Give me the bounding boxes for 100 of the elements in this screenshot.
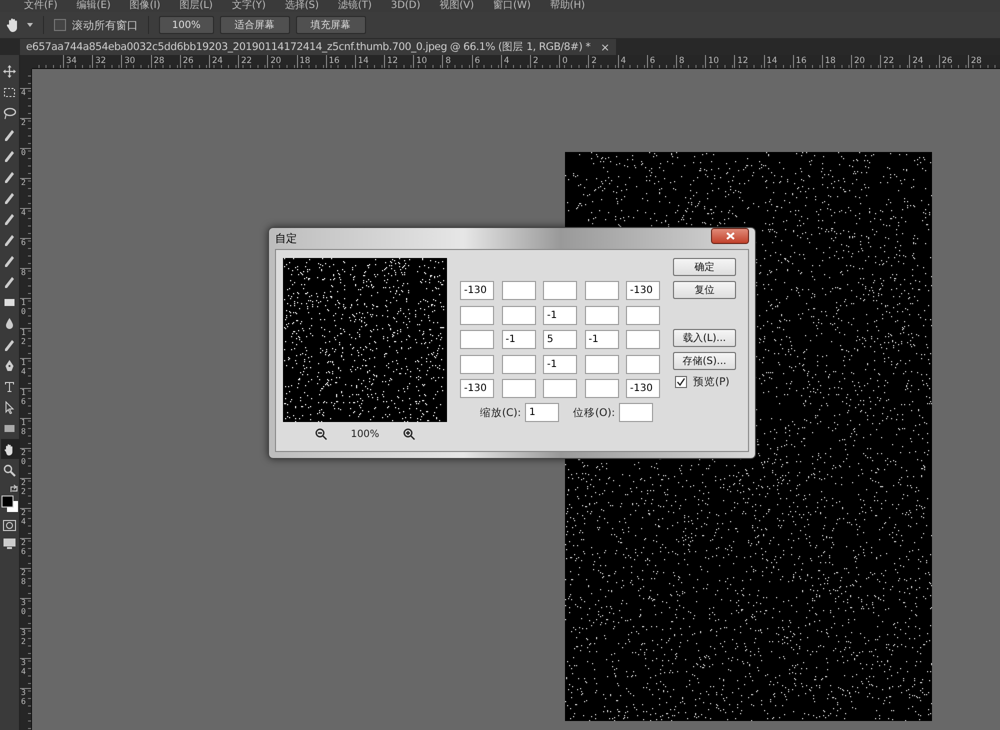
ruler-number: 4 [21, 209, 27, 218]
pencil-icon[interactable] [3, 170, 16, 182]
matrix-input[interactable] [543, 281, 577, 300]
ruler-number: 2 [21, 119, 27, 128]
matrix-input[interactable] [626, 330, 660, 349]
zoom-option-button[interactable]: 适合屏幕 [220, 16, 290, 34]
matrix-input[interactable]: -1 [584, 330, 618, 349]
close-icon[interactable] [726, 232, 734, 240]
menu-item[interactable]: 视图(V) [439, 1, 474, 11]
document-tab[interactable]: e657aa744a854eba0032c5dd6bb19203_20190114172414_z5cnf.thumb.700_0.jpeg @ 66.1% (图层 1, RGB/8#) * × [20, 39, 616, 55]
ruler-number: 10 [21, 299, 27, 317]
ruler-number: 26 [21, 539, 27, 557]
matrix-input[interactable]: 5 [543, 330, 577, 349]
screen-mode-icon[interactable] [3, 538, 16, 549]
matrix-input[interactable] [460, 354, 494, 374]
dialog-button[interactable]: 复位 [673, 281, 736, 299]
ruler-number: 22 [241, 55, 253, 67]
matrix-input[interactable] [584, 306, 618, 324]
scale-label: 缩放(C): [480, 406, 522, 420]
matrix-input[interactable]: -1 [543, 354, 577, 374]
pencil-icon[interactable] [3, 128, 16, 140]
pencil-icon[interactable] [3, 190, 16, 204]
matrix-input[interactable] [626, 354, 660, 374]
zoom-icon[interactable] [3, 464, 16, 476]
ruler-number: 30 [124, 55, 136, 67]
ruler-number: 28 [970, 55, 983, 67]
ruler-number: 16 [21, 389, 27, 407]
pencil-icon[interactable] [3, 338, 16, 350]
ruler-number: 14 [766, 55, 778, 67]
ruler-number: 0 [562, 55, 569, 67]
close-button[interactable] [711, 228, 749, 244]
menu-item[interactable]: 帮助(H) [550, 1, 586, 11]
ruler-number: 34 [66, 55, 78, 67]
menu-item[interactable]: 滤镜(T) [338, 1, 372, 11]
menu-item[interactable]: 图层(L) [179, 1, 213, 11]
ruler-number: 24 [212, 55, 224, 67]
pen-icon[interactable] [3, 358, 16, 372]
offset-input[interactable] [619, 403, 654, 422]
matrix-input[interactable]: -1 [502, 330, 536, 349]
lasso-icon[interactable] [3, 106, 16, 120]
matrix-input[interactable] [502, 281, 536, 300]
matrix-input[interactable]: -1 [543, 306, 577, 324]
quick-mask-icon[interactable] [3, 520, 16, 531]
ruler-number: 20 [270, 55, 282, 67]
menu-item[interactable]: 3D(D) [390, 1, 420, 11]
matrix-input[interactable]: -130 [626, 379, 660, 398]
caret-icon[interactable] [27, 23, 33, 27]
menu-item[interactable]: 编辑(E) [76, 1, 111, 11]
text-tool-icon[interactable] [3, 380, 16, 392]
ruler-number: 28 [154, 55, 166, 67]
matrix-input[interactable] [502, 354, 536, 374]
color-swatches-icon[interactable] [0, 495, 18, 513]
matrix-input[interactable] [502, 379, 536, 398]
matrix-input[interactable] [460, 306, 494, 324]
zoom-option-button[interactable]: 100% [159, 16, 214, 34]
ruler-number: 2 [21, 179, 27, 188]
pointer-icon[interactable] [3, 400, 16, 414]
matrix-input[interactable] [584, 281, 618, 300]
scale-input[interactable]: 1 [525, 403, 560, 422]
matrix-input[interactable]: -130 [626, 281, 660, 300]
pencil-icon[interactable] [3, 254, 16, 266]
dialog-button[interactable]: 载入(L)... [673, 329, 736, 347]
marquee-icon[interactable] [3, 86, 16, 98]
matrix-input[interactable]: -130 [460, 281, 494, 300]
menu-item[interactable]: 选择(S) [284, 1, 319, 11]
matrix-input[interactable]: -130 [460, 379, 494, 398]
zoom-in-icon[interactable] [403, 428, 416, 440]
pencil-icon[interactable] [3, 212, 16, 224]
zoom-option-button[interactable]: 填充屏幕 [296, 16, 366, 34]
ruler-number: 14 [21, 359, 27, 377]
ruler-number: 6 [474, 55, 482, 67]
drop-icon[interactable] [3, 316, 16, 330]
ruler-number: 2 [533, 55, 540, 67]
matrix-input[interactable] [543, 379, 577, 398]
pencil-icon[interactable] [3, 148, 16, 162]
checkbox[interactable] [54, 19, 66, 31]
ruler-number: 24 [21, 509, 27, 527]
pencil-icon[interactable] [3, 274, 16, 288]
move-icon[interactable] [3, 64, 16, 78]
matrix-input[interactable] [584, 354, 618, 374]
matrix-input[interactable] [460, 330, 494, 349]
zoom-out-icon[interactable] [314, 428, 327, 440]
dialog-button[interactable]: 确定 [673, 258, 736, 276]
checkbox[interactable] [675, 376, 687, 388]
ruler-number: 6 [650, 55, 656, 67]
close-tab-button[interactable]: × [600, 40, 610, 54]
ruler-number: 26 [182, 55, 195, 67]
ruler-number: 30 [21, 599, 27, 617]
ruler-number: 8 [21, 269, 27, 278]
matrix-input[interactable] [626, 306, 660, 324]
matrix-input[interactable] [502, 306, 536, 324]
pencil-icon[interactable] [3, 232, 16, 246]
ruler-number: 32 [95, 55, 108, 67]
tool-button[interactable] [0, 439, 18, 459]
menu-item[interactable]: 图像(I) [130, 1, 160, 11]
dialog-button[interactable]: 存储(S)... [673, 352, 736, 370]
matrix-input[interactable] [584, 379, 618, 398]
swap-colors-icon[interactable] [9, 484, 19, 494]
zoom-level: 100% [350, 428, 380, 440]
ruler-number: 26 [942, 55, 954, 67]
